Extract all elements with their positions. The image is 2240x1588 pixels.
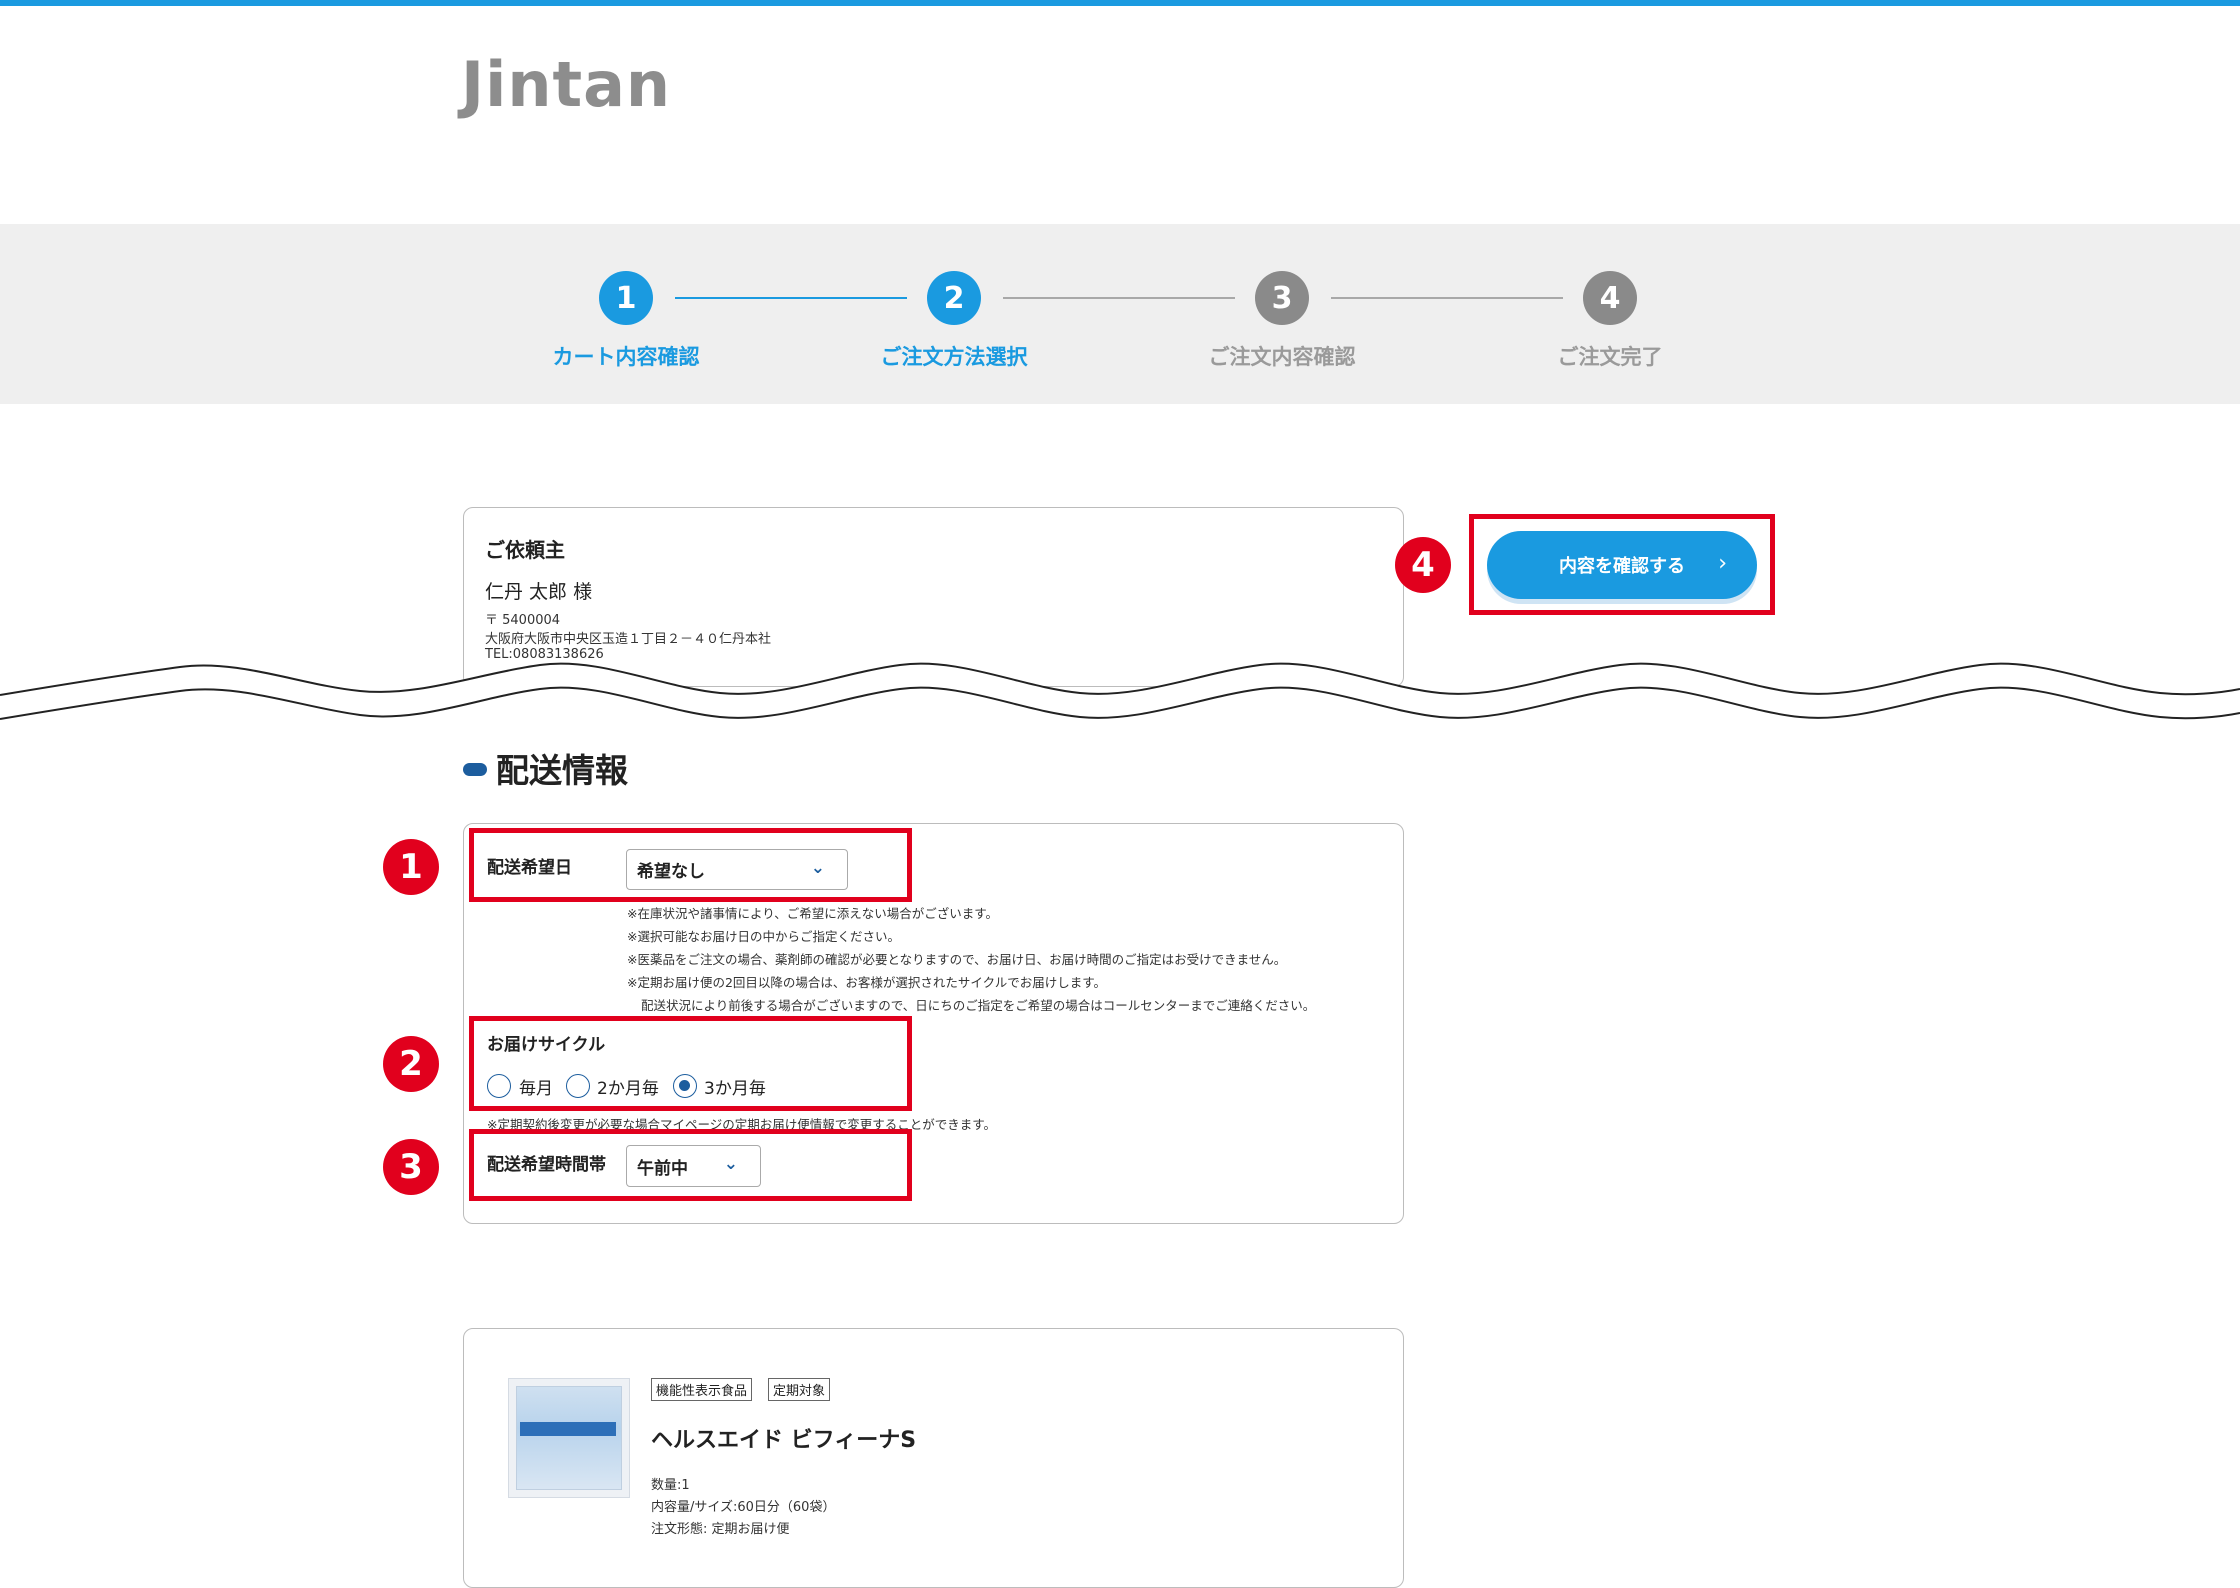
- product-name: ヘルスエイド ビフィーナS: [651, 1428, 917, 1453]
- chevron-down-icon: ⌄: [810, 858, 825, 878]
- section-marker: [463, 763, 487, 776]
- delivery-date-label: 配送希望日: [487, 858, 572, 878]
- chevron-right-icon: ›: [1718, 551, 1727, 576]
- step-2-circle: 2: [927, 271, 981, 325]
- step-2-label: ご注文方法選択: [880, 345, 1028, 369]
- client-postal: 〒 5400004: [485, 613, 561, 628]
- delivery-time-select[interactable]: 午前中 ⌄: [626, 1145, 761, 1187]
- product-order-type: 注文形態: 定期お届け便: [651, 1522, 790, 1537]
- product-tag-subscription: 定期対象: [768, 1378, 831, 1401]
- chevron-down-icon: ⌄: [723, 1154, 738, 1174]
- step-connector-1: [675, 297, 907, 299]
- cycle-radio-3months[interactable]: [673, 1074, 697, 1098]
- step-3-circle: 3: [1255, 271, 1309, 325]
- step-4-label: ご注文完了: [1557, 345, 1663, 369]
- delivery-note-5: 配送状況により前後する場合がございますので、日にちのご指定をご希望の場合はコール…: [641, 998, 1316, 1013]
- annotation-badge-2: 2: [383, 1036, 439, 1092]
- step-4-circle: 4: [1583, 271, 1637, 325]
- delivery-note-4: ※定期お届け便の2回目以降の場合は、お客様が選択されたサイクルでお届けします。: [627, 975, 1107, 990]
- client-name: 仁丹 太郎 様: [485, 581, 593, 603]
- step-3-label: ご注文内容確認: [1208, 345, 1356, 369]
- delivery-note-2: ※選択可能なお届け日の中からご指定ください。: [627, 929, 900, 944]
- confirm-button-label: 内容を確認する: [1559, 556, 1685, 577]
- annotation-badge-1: 1: [383, 839, 439, 895]
- delivery-time-label: 配送希望時間帯: [487, 1155, 606, 1175]
- delivery-time-value: 午前中: [637, 1158, 688, 1179]
- cycle-option-3months-label: 3か月毎: [704, 1079, 766, 1099]
- step-1-circle: 1: [599, 271, 653, 325]
- delivery-cycle-label: お届けサイクル: [487, 1035, 606, 1055]
- jintan-logo[interactable]: Jintan: [461, 48, 671, 121]
- step-connector-3: [1331, 297, 1563, 299]
- product-quantity: 数量:1: [651, 1478, 690, 1493]
- top-accent-bar: [0, 0, 2240, 6]
- annotation-badge-3: 3: [383, 1139, 439, 1195]
- client-title: ご依頼主: [485, 538, 565, 562]
- confirm-button[interactable]: 内容を確認する ›: [1487, 531, 1757, 599]
- delivery-note-1: ※在庫状況や諸事情により、ご希望に添えない場合がございます。: [627, 906, 998, 921]
- delivery-date-value: 希望なし: [637, 862, 705, 882]
- product-package-band: [520, 1422, 616, 1436]
- wavy-cut-separator: [0, 662, 2240, 720]
- step-connector-2: [1003, 297, 1235, 299]
- cycle-option-2months-label: 2か月毎: [597, 1079, 659, 1099]
- cycle-option-monthly-label: 毎月: [519, 1079, 553, 1099]
- product-tag-functional: 機能性表示食品: [651, 1378, 753, 1401]
- annotation-badge-4: 4: [1395, 537, 1451, 593]
- delivery-date-select[interactable]: 希望なし ⌄: [626, 849, 848, 890]
- step-1-label: カート内容確認: [552, 345, 700, 369]
- checkout-steps: [0, 224, 2240, 404]
- product-size: 内容量/サイズ:60日分（60袋）: [651, 1500, 836, 1515]
- cycle-radio-monthly[interactable]: [487, 1074, 511, 1098]
- section-title-delivery: 配送情報: [496, 751, 628, 790]
- delivery-note-3: ※医薬品をご注文の場合、薬剤師の確認が必要となりますので、お届け日、お届け時間の…: [627, 952, 1287, 967]
- product-package: [516, 1386, 622, 1490]
- cycle-radio-2months[interactable]: [566, 1074, 590, 1098]
